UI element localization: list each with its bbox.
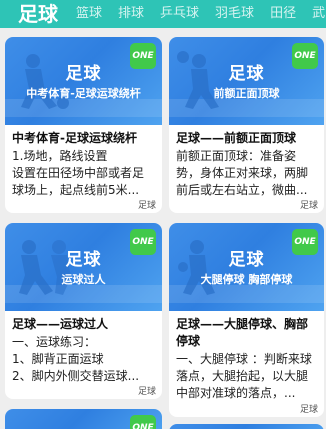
card-thumbnail: 足球 运球过人 ONE xyxy=(5,223,162,311)
card-tag: 足球 xyxy=(137,387,156,397)
thumb-subtitle: 大腿停球 胸部停球 xyxy=(200,273,293,286)
card-thumbnail: ONE xyxy=(5,409,162,429)
card-title: 中考体育-足球运球绕杆 xyxy=(12,131,137,145)
card-description: 一、大腿停球 ：判断来球落点，大腿抬起，以大腿中部对准球的落点，... xyxy=(176,352,312,400)
thumb-subtitle: 中考体育-足球运球绕杆 xyxy=(26,87,141,100)
tab-football[interactable]: 足球 xyxy=(0,0,68,28)
thumb-subtitle: 前额正面顶球 xyxy=(213,87,280,100)
video-card[interactable]: 足球 前额正面顶球 ONE 足球——前额正面顶球 前额正面顶球：准备姿势，身体正… xyxy=(169,37,324,213)
card-description: 一、运球练习： 1、脚背正面运球 2、脚内外侧交替运球... xyxy=(12,335,140,383)
tab-basketball[interactable]: 篮球 xyxy=(68,0,110,28)
card-description: 前额正面顶球：准备姿势，身体正对来球，两脚前后或左右站立，微曲... xyxy=(176,149,309,197)
video-card[interactable]: ONE xyxy=(5,409,162,429)
tab-martial-arts[interactable]: 武 xyxy=(304,0,326,28)
one-logo-icon: ONE xyxy=(292,229,318,255)
card-description: 1.场地，路线设置 设置在田径场中部或者足球场上，起点线前5米... xyxy=(12,149,145,197)
card-thumbnail: 足球 中考体育-足球运球绕杆 ONE xyxy=(5,37,162,125)
card-tag: 足球 xyxy=(137,201,156,211)
video-card[interactable]: 足球 大腿停球 胸部停球 ONE 足球——大腿停球、胸部停球 一、大腿停球 ：判… xyxy=(169,223,324,417)
card-title: 足球——大腿停球、胸部停球 xyxy=(176,317,309,348)
tab-track-field[interactable]: 田径 xyxy=(262,0,304,28)
video-card[interactable]: 足球 运球过人 ONE 足球——运球过人 一、运球练习： 1、脚背正面运球 2、… xyxy=(5,223,162,399)
video-card[interactable] xyxy=(169,424,324,429)
card-thumbnail: 足球 前额正面顶球 ONE xyxy=(169,37,324,125)
card-title: 足球——运球过人 xyxy=(12,317,109,331)
card-thumbnail: 足球 大腿停球 胸部停球 ONE xyxy=(169,223,324,311)
card-tag: 足球 xyxy=(299,201,318,211)
one-logo-icon: ONE xyxy=(130,415,156,429)
card-thumbnail xyxy=(169,424,324,429)
tab-volleyball[interactable]: 排球 xyxy=(110,0,152,28)
thumb-subtitle: 运球过人 xyxy=(61,273,106,286)
tab-table-tennis[interactable]: 乒乓球 xyxy=(152,0,207,28)
tab-badminton[interactable]: 羽毛球 xyxy=(207,0,262,28)
one-logo-icon: ONE xyxy=(292,43,318,69)
video-card[interactable]: 足球 中考体育-足球运球绕杆 ONE 中考体育-足球运球绕杆 1.场地，路线设置… xyxy=(5,37,162,213)
card-title: 足球——前额正面顶球 xyxy=(176,131,297,145)
one-logo-icon: ONE xyxy=(130,43,156,69)
one-logo-icon: ONE xyxy=(130,229,156,255)
category-tab-bar: 足球 篮球 排球 乒乓球 羽毛球 田径 武 xyxy=(0,0,326,28)
card-tag: 足球 xyxy=(299,405,318,415)
